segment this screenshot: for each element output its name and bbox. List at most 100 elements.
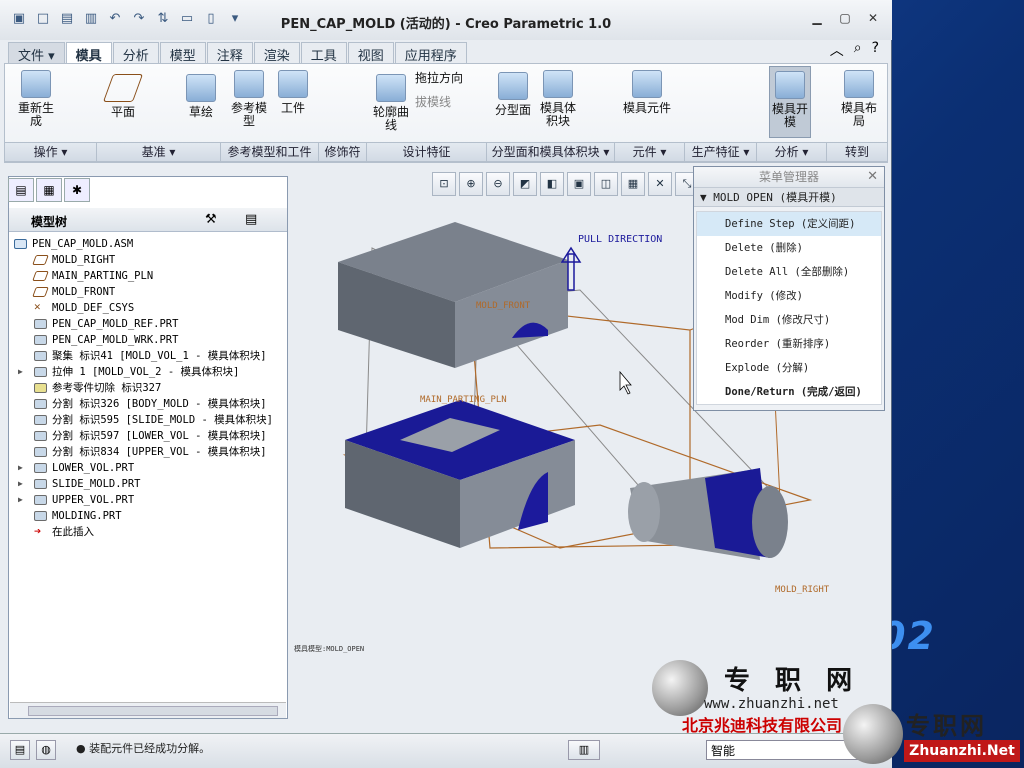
model-tree-title: 模型树 <box>31 215 68 229</box>
tree-item[interactable]: 参考零件切除 标识327 <box>14 380 286 396</box>
reference-model-button[interactable]: 参考模型 <box>227 70 271 128</box>
menu-item-mod-dim[interactable]: Mod Dim (修改尺寸) <box>697 308 881 332</box>
expand-arrow-icon[interactable]: ▶ <box>18 476 23 492</box>
tree-item[interactable]: PEN_CAP_MOLD_WRK.PRT <box>14 332 286 348</box>
saved-views-icon[interactable]: ▣ <box>567 172 591 196</box>
datum-plane-icon <box>32 287 49 297</box>
maximize-icon[interactable]: ▢ <box>836 10 854 26</box>
csys-icon: ✕ <box>34 300 41 313</box>
pull-direction-button[interactable]: 拖拉方向 <box>415 72 485 85</box>
tree-item[interactable]: ▶ 拉伸 1 [MOLD_VOL_2 - 模具体积块] <box>14 364 286 380</box>
menu-item-explode[interactable]: Explode (分解) <box>697 356 881 380</box>
tree-item[interactable]: 分割 标识595 [SLIDE_MOLD - 模具体积块] <box>14 412 286 428</box>
tree-item[interactable]: 分割 标识326 [BODY_MOLD - 模具体积块] <box>14 396 286 412</box>
display-style-icon[interactable]: ◧ <box>540 172 564 196</box>
tree-item[interactable]: ▶ UPPER_VOL.PRT <box>14 492 286 508</box>
creo-window: ▣ □ ▤ ▥ ↶ ↷ ⇅ ▭ ▯ ▾ PEN_CAP_MOLD (活动的) -… <box>0 0 892 768</box>
regenerate-button[interactable]: 重新生成 <box>15 70 57 128</box>
tree-columns-icon[interactable]: ▤ <box>245 212 257 227</box>
group-component[interactable]: 元件 ▾ <box>615 143 685 161</box>
group-parting-volume[interactable]: 分型面和模具体积块 ▾ <box>487 143 615 161</box>
workpiece-icon <box>278 70 308 98</box>
repaint-icon[interactable]: ◩ <box>513 172 537 196</box>
silhouette-curve-icon <box>376 74 406 102</box>
group-datum[interactable]: 基准 ▾ <box>97 143 221 161</box>
split-icon <box>34 415 47 425</box>
csys-display-icon[interactable]: ✕ <box>648 172 672 196</box>
tab-view[interactable]: 视图 <box>347 42 394 64</box>
silhouette-curve-button[interactable]: 轮廓曲线 <box>371 74 411 132</box>
tab-model[interactable]: 模型 <box>159 42 206 64</box>
browser-toggle-icon[interactable]: ◍ <box>36 740 56 760</box>
expand-arrow-icon[interactable]: ▶ <box>18 492 23 508</box>
menu-item-define-step[interactable]: Define Step (定义间距) <box>697 212 881 236</box>
tree-item[interactable]: 聚集 标识41 [MOLD_VOL_1 - 模具体积块] <box>14 348 286 364</box>
tab-applications[interactable]: 应用程序 <box>394 42 467 64</box>
tree-item[interactable]: ➔ 在此插入 <box>14 524 286 540</box>
tree-item[interactable]: ✕ MOLD_DEF_CSYS <box>14 300 286 316</box>
menu-manager-title: 菜单管理器 <box>694 167 884 187</box>
slide-end <box>628 482 660 542</box>
mold-layout-button[interactable]: 模具布局 <box>839 70 879 128</box>
refit-icon[interactable]: ⊡ <box>432 172 456 196</box>
menu-item-modify[interactable]: Modify (修改) <box>697 284 881 308</box>
group-analysis[interactable]: 分析 ▾ <box>757 143 827 161</box>
menu-item-delete[interactable]: Delete (删除) <box>697 236 881 260</box>
tree-item[interactable]: MOLD_RIGHT <box>14 252 286 268</box>
mold-opening-button[interactable]: 模具开模 <box>769 66 811 138</box>
tree-item[interactable]: 分割 标识834 [UPPER_VOL - 模具体积块] <box>14 444 286 460</box>
view-manager-icon[interactable]: ◫ <box>594 172 618 196</box>
search-icon[interactable]: ⌕ <box>854 40 862 60</box>
collapse-ribbon-icon[interactable]: ︿ <box>830 40 844 60</box>
tab-tools[interactable]: 工具 <box>300 42 347 64</box>
selection-filter-icon[interactable]: ▥ <box>568 740 600 760</box>
tree-horizontal-scrollbar[interactable] <box>10 702 286 718</box>
tree-item[interactable]: ▶ LOWER_VOL.PRT <box>14 460 286 476</box>
group-production-feature[interactable]: 生产特征 ▾ <box>685 143 757 161</box>
tab-annotate[interactable]: 注释 <box>206 42 253 64</box>
navigator-toggle-icon[interactable]: ▤ <box>10 740 30 760</box>
tree-item[interactable]: MAIN_PARTING_PLN <box>14 268 286 284</box>
tree-item[interactable]: PEN_CAP_MOLD.ASM <box>14 236 286 252</box>
tab-mold[interactable]: 模具 <box>65 42 112 64</box>
model-tree-tab-icon[interactable]: ▤ <box>8 178 34 202</box>
mold-volume-button[interactable]: 模具体积块 <box>535 70 581 128</box>
tab-analysis[interactable]: 分析 <box>112 42 159 64</box>
main-parting-label: MAIN_PARTING_PLN <box>420 395 507 405</box>
datum-display-icon[interactable]: ▦ <box>621 172 645 196</box>
tree-item[interactable]: MOLD_FRONT <box>14 284 286 300</box>
zoom-out-icon[interactable]: ⊖ <box>486 172 510 196</box>
scrollbar-thumb[interactable] <box>28 706 278 716</box>
menu-item-delete-all[interactable]: Delete All (全部删除) <box>697 260 881 284</box>
navigator-tabs: ▤ ▦ ✱ <box>8 178 90 202</box>
close-icon[interactable]: ✕ <box>867 169 878 184</box>
tree-item[interactable]: 分割 标识597 [LOWER_VOL - 模具体积块] <box>14 428 286 444</box>
part-icon <box>34 511 47 521</box>
expand-arrow-icon[interactable]: ▶ <box>18 460 23 476</box>
tree-settings-icon[interactable]: ⚒ <box>205 212 217 227</box>
parting-surface-button[interactable]: 分型面 <box>493 72 533 117</box>
minimize-icon[interactable]: ▁ <box>808 10 826 26</box>
zoom-in-icon[interactable]: ⊕ <box>459 172 483 196</box>
tree-item[interactable]: MOLDING.PRT <box>14 508 286 524</box>
mold-component-button[interactable]: 模具元件 <box>623 70 671 115</box>
draft-line-button[interactable]: 拔模线 <box>415 96 485 109</box>
close-icon[interactable]: ✕ <box>864 10 882 26</box>
favorites-tab-icon[interactable]: ✱ <box>64 178 90 202</box>
tab-render[interactable]: 渲染 <box>253 42 300 64</box>
menu-manager-header[interactable]: ▼ MOLD OPEN (模具开模) <box>694 187 884 207</box>
tree-item[interactable]: ▶ SLIDE_MOLD.PRT <box>14 476 286 492</box>
ribbon-tabs: 文件 ▾ 模具 分析 模型 注释 渲染 工具 视图 应用程序 <box>8 42 468 64</box>
expand-arrow-icon[interactable]: ▶ <box>18 364 23 380</box>
tree-item[interactable]: PEN_CAP_MOLD_REF.PRT <box>14 316 286 332</box>
group-operations[interactable]: 操作 ▾ <box>5 143 97 161</box>
sketch-button[interactable]: 草绘 <box>181 74 221 119</box>
workpiece-button[interactable]: 工件 <box>273 70 313 115</box>
mouse-cursor-icon <box>619 370 632 395</box>
menu-item-reorder[interactable]: Reorder (重新排序) <box>697 332 881 356</box>
help-icon[interactable]: ? <box>872 40 879 60</box>
folder-browser-tab-icon[interactable]: ▦ <box>36 178 62 202</box>
plane-button[interactable]: 平面 <box>102 74 144 119</box>
tab-file[interactable]: 文件 ▾ <box>8 42 65 64</box>
menu-item-done-return[interactable]: Done/Return (完成/返回) <box>697 380 881 404</box>
